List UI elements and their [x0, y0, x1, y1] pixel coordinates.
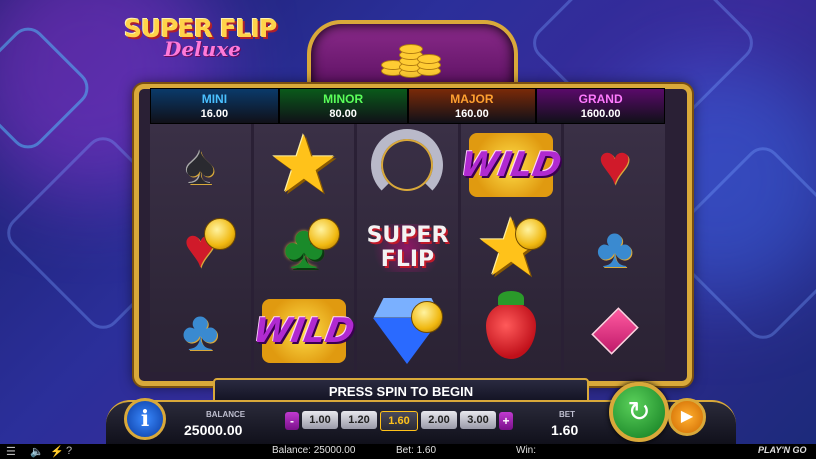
jackpot-name: MAJOR	[450, 92, 494, 106]
jackpot-value: 1600.00	[580, 108, 621, 120]
star-icon: ★	[268, 120, 340, 210]
coin-display	[307, 20, 518, 92]
horseshoe-icon	[365, 127, 449, 203]
star-coin-icon: ★	[475, 202, 548, 292]
strawberry-icon	[469, 290, 553, 369]
bet-option-button[interactable]: 2.00	[421, 411, 457, 429]
reel-1: ♠ ♥ ♣	[150, 124, 251, 372]
status-bet: Bet: 1.60	[396, 445, 437, 456]
status-balance: Balance: 25000.00	[272, 445, 356, 456]
heart-coin-icon: ♥	[158, 210, 242, 286]
autoplay-button[interactable]: ▶	[668, 398, 706, 436]
bet-option-button[interactable]: 1.20	[341, 411, 377, 429]
jackpot-value: 80.00	[329, 108, 357, 120]
diamond-coin-icon	[365, 293, 449, 369]
diamond-suit-icon	[573, 293, 657, 369]
bet-option-button[interactable]: 1.00	[302, 411, 338, 429]
coin-badge-icon	[515, 217, 548, 250]
club-icon: ♣	[596, 215, 634, 279]
turbo-icon[interactable]: ⚡	[50, 445, 64, 458]
jackpot-name: MINI	[201, 92, 228, 106]
spin-arrows-icon: ↻	[627, 396, 651, 427]
jackpot-grand: GRAND 1600.00	[536, 88, 665, 124]
reel-2: ★ ♣ WILD	[250, 120, 357, 372]
wild-icon: WILD	[250, 293, 357, 369]
bet-decrease-button[interactable]: -	[285, 412, 299, 430]
spin-button[interactable]: ↻	[609, 382, 669, 442]
clover-coin-icon: ♣	[262, 210, 346, 286]
jackpot-mini: MINI 16.00	[150, 88, 279, 124]
game-logo: SUPER FLIP Deluxe	[124, 14, 294, 64]
coin-badge-icon	[204, 217, 237, 250]
super-label: SUPER	[366, 222, 449, 248]
balance-label: BALANCE	[206, 410, 246, 419]
heart-icon: ♥	[598, 133, 632, 197]
reel-5: ♥ ♣	[564, 124, 665, 372]
bet-option-button[interactable]: 1.60	[380, 411, 418, 431]
jackpot-value: 160.00	[455, 108, 489, 120]
bet-increase-button[interactable]: +	[499, 412, 513, 430]
bet-value: 1.60	[551, 422, 579, 438]
club-icon: ♣	[181, 298, 219, 362]
play-icon: ▶	[680, 408, 694, 425]
jackpot-value: 16.00	[200, 108, 229, 120]
status-win: Win:	[516, 445, 536, 456]
sound-icon[interactable]: 🔈	[30, 445, 44, 458]
balance-value: 25000.00	[184, 422, 243, 438]
jackpot-minor: MINOR 80.00	[278, 88, 408, 124]
super-flip-icon: SUPER FLIP	[365, 210, 450, 286]
reel-4: WILD ★	[458, 124, 565, 372]
provider-logo: PLAY'N GO	[758, 445, 807, 455]
bet-label: BET	[559, 410, 575, 419]
coin-badge-icon	[411, 300, 444, 333]
bet-selector: - 1.00 1.20 1.60 2.00 3.00 +	[285, 411, 513, 431]
bet-option-button[interactable]: 3.00	[460, 411, 496, 429]
coin-stack-icon	[381, 36, 441, 80]
wild-label: WILD	[250, 310, 358, 351]
reel-grid: ♠ ♥ ♣ ★ ♣ WILD SUPER FLIP WILD ★ ♥ ♣	[150, 124, 665, 372]
wild-label: WILD	[457, 145, 565, 186]
spade-icon: ♠	[185, 133, 216, 197]
reel-3: SUPER FLIP	[357, 124, 458, 372]
jackpot-name: MINOR	[323, 92, 364, 106]
jackpot-major: MAJOR 160.00	[407, 88, 537, 124]
info-button[interactable]: i	[124, 398, 166, 440]
flip-label: FLIP	[380, 246, 435, 272]
jackpot-panel: MINI 16.00 MINOR 80.00 MAJOR 160.00 GRAND 1600.…	[150, 88, 665, 124]
help-icon[interactable]: ?	[66, 445, 72, 457]
jackpot-name: GRAND	[578, 92, 623, 106]
menu-icon[interactable]: ☰	[6, 445, 16, 458]
status-bar: ☰ 🔈 ⚡ ? Balance: 25000.00 Bet: 1.60 Win:…	[0, 444, 816, 459]
coin-badge-icon	[307, 217, 340, 250]
wild-icon: WILD	[458, 127, 565, 203]
